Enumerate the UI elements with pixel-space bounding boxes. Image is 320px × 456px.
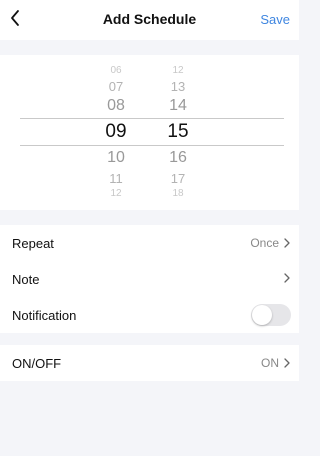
minute-option[interactable]: 18 [158, 189, 198, 199]
on-off-row[interactable]: ON/OFF ON [0, 345, 299, 381]
minute-option-selected[interactable]: 15 [158, 122, 198, 141]
time-picker[interactable]: 06 07 08 09 10 11 12 12 13 14 15 16 17 1… [0, 55, 299, 210]
hour-option[interactable]: 08 [96, 98, 136, 114]
save-button[interactable]: Save [260, 12, 290, 27]
toggle-knob [252, 305, 272, 325]
hour-option[interactable]: 12 [96, 189, 136, 199]
power-card: ON/OFF ON [0, 345, 299, 381]
note-row[interactable]: Note [0, 261, 299, 297]
notification-row: Notification [0, 297, 299, 333]
note-value-group [279, 272, 291, 284]
minute-option[interactable]: 17 [158, 172, 198, 185]
minute-option[interactable]: 16 [158, 150, 198, 166]
chevron-right-icon [284, 358, 290, 368]
selection-bottom-line [20, 145, 284, 146]
minute-option[interactable]: 12 [158, 66, 198, 76]
selection-top-line [20, 118, 284, 119]
hour-option[interactable]: 11 [96, 172, 136, 185]
chevron-right-icon [284, 238, 290, 248]
on-off-value-group: ON [261, 356, 291, 370]
on-off-label: ON/OFF [12, 356, 62, 371]
repeat-row[interactable]: Repeat Once [0, 225, 299, 261]
minute-option[interactable]: 13 [158, 80, 198, 93]
repeat-value-group: Once [250, 236, 291, 250]
repeat-label: Repeat [12, 236, 54, 251]
hour-option-selected[interactable]: 09 [96, 122, 136, 141]
notification-label: Notification [12, 308, 77, 323]
on-off-value: ON [261, 356, 279, 370]
settings-card: Repeat Once Note Notification [0, 225, 299, 333]
minute-option[interactable]: 14 [158, 98, 198, 114]
nav-bar: Add Schedule Save [0, 0, 299, 40]
note-label: Note [12, 272, 40, 287]
notification-toggle[interactable] [251, 304, 291, 326]
hour-option[interactable]: 10 [96, 150, 136, 166]
repeat-value: Once [250, 236, 279, 250]
hour-option[interactable]: 06 [96, 66, 136, 76]
chevron-right-icon [284, 273, 290, 283]
page-title: Add Schedule [102, 11, 197, 27]
hour-option[interactable]: 07 [96, 80, 136, 93]
